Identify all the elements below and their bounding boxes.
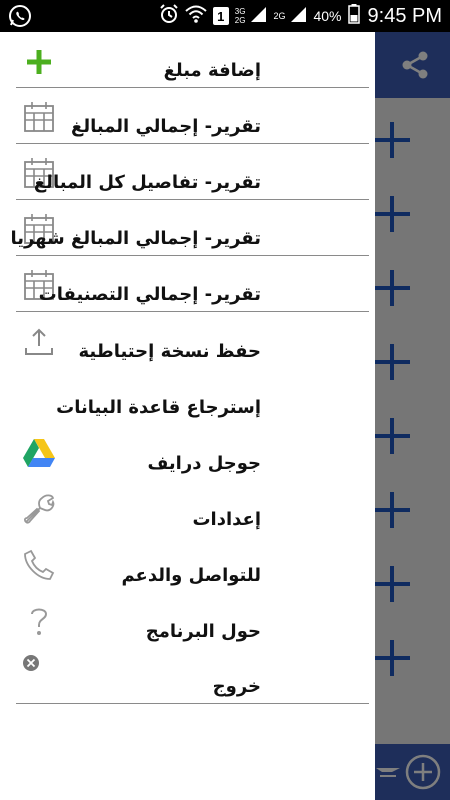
menu-item-exit[interactable]: خروج <box>16 648 369 704</box>
signal-icon <box>251 5 267 28</box>
menu-item-backup[interactable]: حفظ نسخة إحتياطية <box>16 312 369 368</box>
menu-item-add-amount[interactable]: إضافة مبلغ <box>16 32 369 88</box>
wrench-icon <box>22 492 56 526</box>
clock: 9:45 PM <box>367 4 442 27</box>
plus-icon <box>22 46 56 80</box>
menu-item-label: تقرير- تفاصيل كل المبالغ <box>33 172 261 193</box>
network-type: 3G 2G <box>235 7 246 25</box>
calendar-icon <box>22 100 56 134</box>
menu-item-label: إسترجاع قاعدة البيانات <box>56 397 261 418</box>
battery-percent: 40% <box>313 8 342 24</box>
signal-icon-2 <box>291 5 307 28</box>
menu-item-label: حفظ نسخة إحتياطية <box>78 341 261 362</box>
menu-item-label: تقرير- إجمالي التصنيفات <box>38 284 261 305</box>
status-bar: 1 3G 2G 2G 40% 9:45 PM <box>0 0 450 32</box>
sim-badge: 1 <box>212 7 229 25</box>
menu-item-label: إعدادات <box>192 509 261 530</box>
network-top: 3G <box>234 7 246 16</box>
wifi-icon <box>185 4 207 29</box>
menu-item-report-monthly[interactable]: تقرير- إجمالي المبالغ شهريا <box>10 200 369 256</box>
whatsapp-icon <box>8 4 32 28</box>
close-circle-icon <box>22 654 42 674</box>
google-drive-icon <box>22 436 56 470</box>
menu-item-about[interactable]: حول البرنامج <box>16 592 369 648</box>
menu-item-google-drive[interactable]: جوجل درايف <box>16 424 369 480</box>
network-bottom: 2G <box>234 16 246 25</box>
menu-item-report-details[interactable]: تقرير- تفاصيل كل المبالغ <box>16 144 369 200</box>
menu-item-label: خروج <box>212 676 261 697</box>
menu-item-report-total[interactable]: تقرير- إجمالي المبالغ <box>16 88 369 144</box>
navigation-drawer: إضافة مبلغ تقرير- إجمالي المبالغ تقرير- … <box>0 32 375 800</box>
menu-item-label: إضافة مبلغ <box>163 60 261 81</box>
question-icon <box>22 604 56 638</box>
upload-icon <box>22 326 56 360</box>
alarm-icon <box>159 3 179 29</box>
menu-item-label: للتواصل والدعم <box>121 565 261 586</box>
menu-item-settings[interactable]: إعدادات <box>16 480 369 536</box>
phone-icon <box>22 548 56 582</box>
menu-item-label: جوجل درايف <box>147 453 261 474</box>
menu-item-report-categories[interactable]: تقرير- إجمالي التصنيفات <box>16 256 369 312</box>
menu-item-label: تقرير- إجمالي المبالغ شهريا <box>10 228 261 249</box>
menu-item-label: حول البرنامج <box>145 621 261 642</box>
menu-item-restore-database[interactable]: إسترجاع قاعدة البيانات <box>16 368 369 424</box>
battery-icon <box>347 3 360 29</box>
menu-item-label: تقرير- إجمالي المبالغ <box>71 116 261 137</box>
menu-item-contact-support[interactable]: للتواصل والدعم <box>16 536 369 592</box>
network-alt: 2G <box>273 10 286 21</box>
